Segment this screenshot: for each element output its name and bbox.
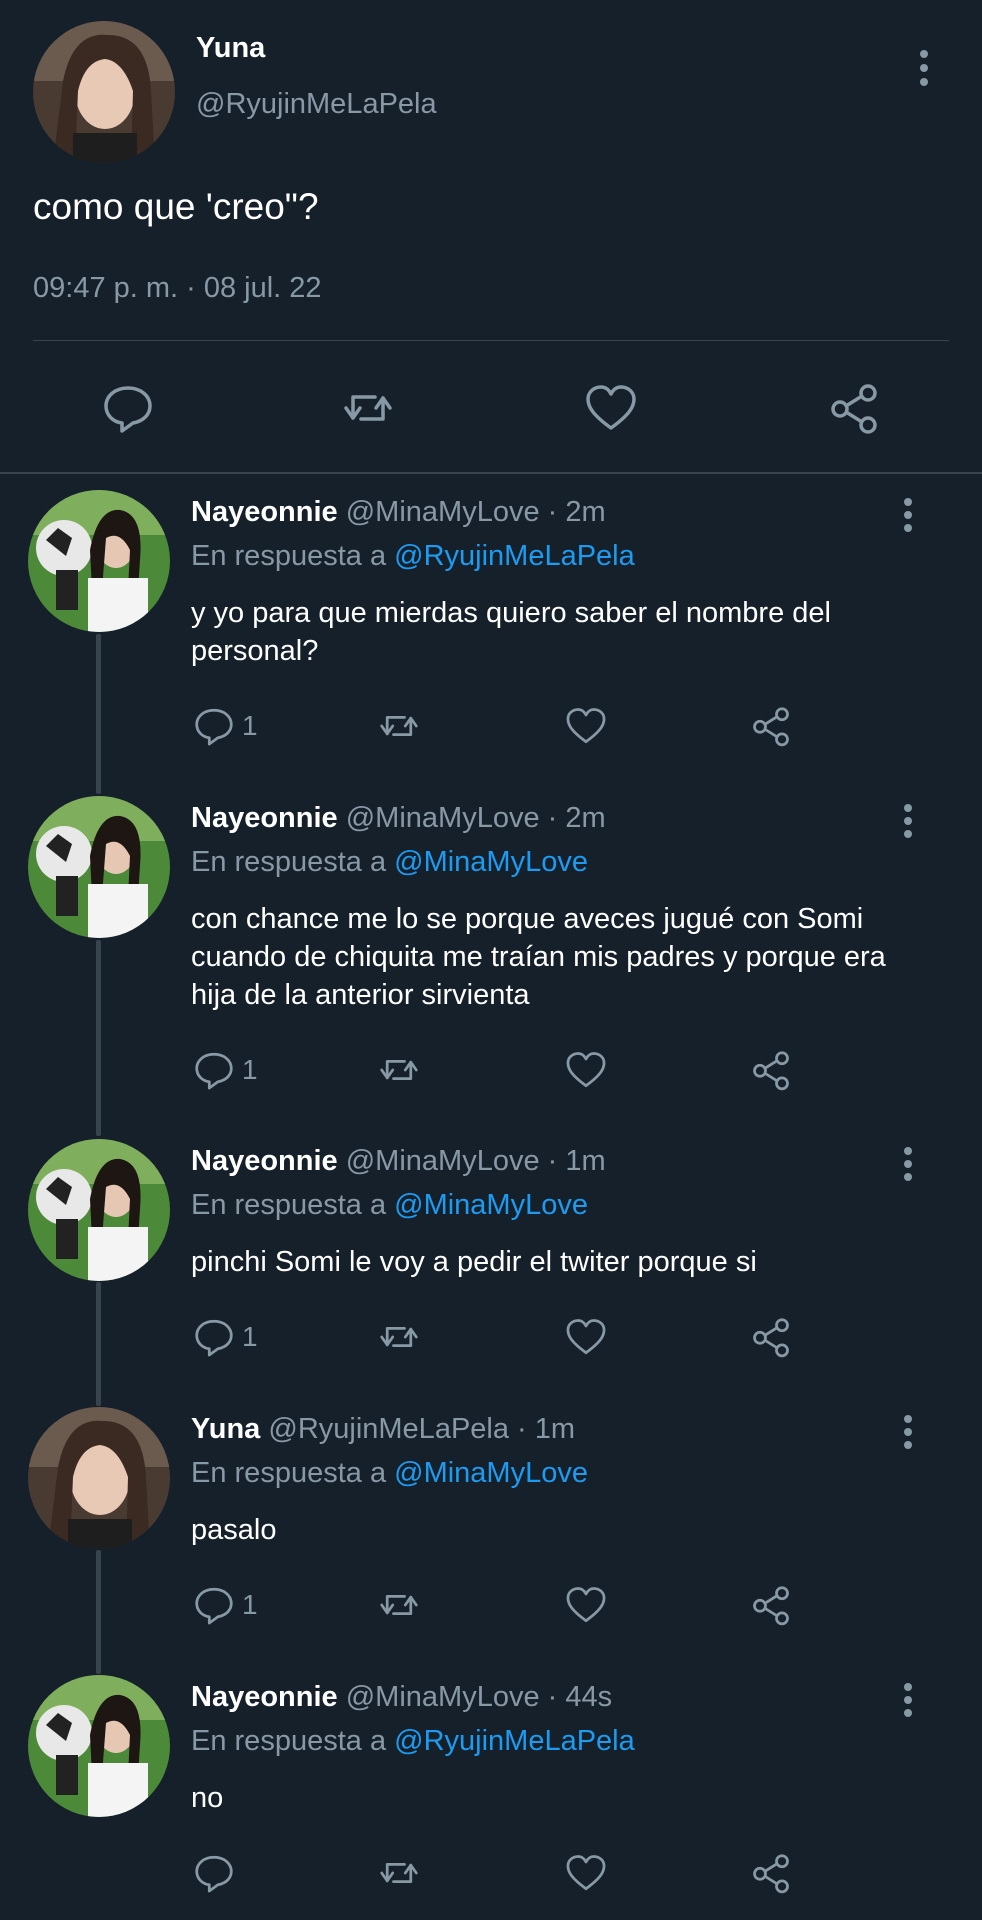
reply-icon — [195, 1319, 233, 1357]
author-handle-time[interactable]: @RyujinMeLaPela · 1m — [268, 1413, 575, 1445]
in-reply-to: En respuesta a @RyujinMeLaPela — [191, 540, 635, 573]
share-icon[interactable] — [826, 380, 882, 436]
reply-icon[interactable] — [100, 380, 156, 436]
reply-text: no — [191, 1782, 224, 1814]
reply-text: pinchi Somi le voy a pedir el twiter por… — [191, 1246, 757, 1278]
author-handle-time[interactable]: @MinaMyLove · 2m — [346, 496, 606, 528]
reply-icon — [195, 1855, 233, 1893]
in-reply-label: En respuesta a — [191, 1725, 387, 1757]
in-reply-link[interactable]: @MinaMyLove — [394, 846, 588, 878]
more-options-icon[interactable] — [896, 1683, 920, 1717]
reply-header: Yuna @RyujinMeLaPela · 1m — [191, 1413, 575, 1446]
like-icon[interactable] — [564, 1314, 608, 1360]
in-reply-link[interactable]: @RyujinMeLaPela — [394, 540, 635, 572]
tweet-timestamp: 09:47 p. m. · 08 jul. 22 — [33, 272, 322, 304]
reply-action[interactable]: 1 — [192, 703, 258, 749]
retweet-icon[interactable] — [377, 1850, 421, 1896]
in-reply-to: En respuesta a @MinaMyLove — [191, 1457, 588, 1490]
in-reply-to: En respuesta a @MinaMyLove — [191, 846, 588, 879]
in-reply-label: En respuesta a — [191, 1189, 387, 1221]
reply-action[interactable] — [192, 1850, 242, 1896]
in-reply-to: En respuesta a @RyujinMeLaPela — [191, 1725, 635, 1758]
avatar-yuna[interactable] — [28, 1407, 170, 1549]
author-handle-time[interactable]: @MinaMyLove · 2m — [346, 802, 606, 834]
share-icon[interactable] — [749, 1314, 793, 1360]
share-icon[interactable] — [749, 703, 793, 749]
author-handle-time[interactable]: @MinaMyLove · 1m — [346, 1145, 606, 1177]
reply-count: 1 — [242, 1589, 258, 1620]
retweet-icon[interactable] — [377, 703, 421, 749]
reply-header: Nayeonnie @MinaMyLove · 2m — [191, 802, 606, 835]
reply-text: con chance me lo se porque aveces jugué … — [191, 903, 886, 1011]
thread-line — [96, 1550, 101, 1674]
avatar-nayeonnie[interactable] — [28, 490, 170, 632]
like-icon[interactable] — [564, 1582, 608, 1628]
share-icon[interactable] — [749, 1582, 793, 1628]
thread-line — [96, 634, 101, 794]
in-reply-label: En respuesta a — [191, 540, 387, 572]
tweet-text: como que 'creo"? — [33, 186, 319, 227]
divider — [33, 340, 949, 341]
avatar-nayeonnie[interactable] — [28, 1675, 170, 1817]
reply-action[interactable]: 1 — [192, 1314, 258, 1360]
reply-text: pasalo — [191, 1514, 277, 1546]
author-handle-time[interactable]: @MinaMyLove · 44s — [346, 1681, 612, 1713]
reply-header: Nayeonnie @MinaMyLove · 44s — [191, 1681, 612, 1714]
reply-header: Nayeonnie @MinaMyLove · 2m — [191, 496, 606, 529]
avatar-nayeonnie[interactable] — [28, 1139, 170, 1281]
author-name[interactable]: Yuna — [191, 1413, 260, 1445]
reply-header: Nayeonnie @MinaMyLove · 1m — [191, 1145, 606, 1178]
reply-icon — [195, 708, 233, 746]
author-name[interactable]: Nayeonnie — [191, 496, 338, 528]
reply-count: 1 — [242, 710, 258, 741]
share-icon[interactable] — [749, 1047, 793, 1093]
section-divider — [0, 472, 982, 474]
reply-icon — [195, 1587, 233, 1625]
author-handle[interactable]: @RyujinMeLaPela — [196, 88, 437, 121]
more-options-icon[interactable] — [896, 804, 920, 838]
retweet-icon[interactable] — [377, 1582, 421, 1628]
author-name[interactable]: Nayeonnie — [191, 802, 338, 834]
more-options-icon[interactable] — [896, 1415, 920, 1449]
retweet-icon[interactable] — [340, 380, 396, 436]
author-name[interactable]: Nayeonnie — [191, 1145, 338, 1177]
more-options-icon[interactable] — [912, 50, 936, 86]
in-reply-link[interactable]: @MinaMyLove — [394, 1189, 588, 1221]
in-reply-link[interactable]: @RyujinMeLaPela — [394, 1725, 635, 1757]
reply-action[interactable]: 1 — [192, 1047, 258, 1093]
retweet-icon[interactable] — [377, 1314, 421, 1360]
avatar-yuna[interactable] — [33, 21, 175, 163]
more-options-icon[interactable] — [896, 498, 920, 532]
author-name[interactable]: Yuna — [196, 32, 265, 65]
reply-text: y yo para que mierdas quiero saber el no… — [191, 597, 831, 667]
like-icon[interactable] — [564, 1047, 608, 1093]
like-icon[interactable] — [564, 703, 608, 749]
share-icon[interactable] — [749, 1850, 793, 1896]
in-reply-to: En respuesta a @MinaMyLove — [191, 1189, 588, 1222]
retweet-icon[interactable] — [377, 1047, 421, 1093]
more-options-icon[interactable] — [896, 1147, 920, 1181]
author-name[interactable]: Nayeonnie — [191, 1681, 338, 1713]
main-tweet: Yuna @RyujinMeLaPela como que 'creo"? 09… — [0, 0, 982, 473]
reply-icon — [195, 1052, 233, 1090]
like-icon[interactable] — [564, 1850, 608, 1896]
in-reply-label: En respuesta a — [191, 1457, 387, 1489]
thread-line — [96, 1282, 101, 1406]
avatar-nayeonnie[interactable] — [28, 796, 170, 938]
like-icon[interactable] — [583, 380, 639, 436]
in-reply-label: En respuesta a — [191, 846, 387, 878]
in-reply-link[interactable]: @MinaMyLove — [394, 1457, 588, 1489]
reply-count: 1 — [242, 1054, 258, 1085]
thread-line — [96, 940, 101, 1136]
reply-action[interactable]: 1 — [192, 1582, 258, 1628]
reply-count: 1 — [242, 1321, 258, 1352]
